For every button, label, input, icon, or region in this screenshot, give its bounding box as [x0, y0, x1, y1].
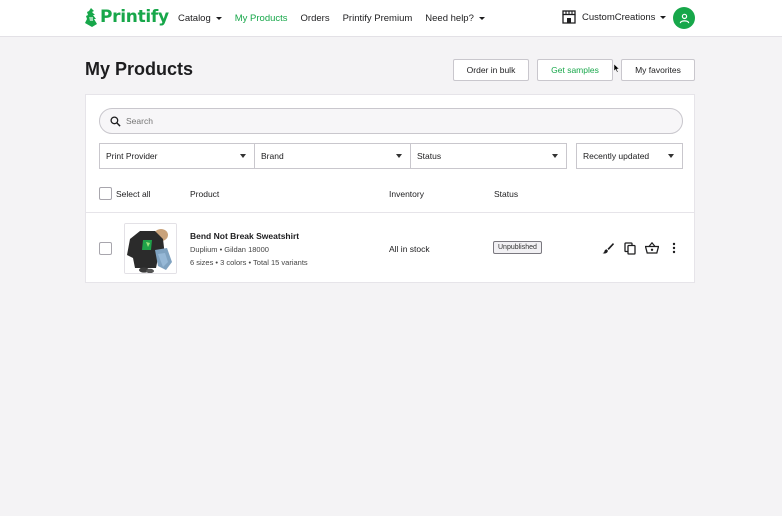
get-samples-button[interactable]: Get samples [537, 59, 613, 81]
nav-printify-premium-label: Printify Premium [342, 13, 413, 24]
search-input[interactable] [126, 116, 626, 126]
more-vertical-icon [672, 242, 676, 254]
status-filter-label: Status [417, 151, 442, 161]
nav-orders-label: Orders [300, 13, 330, 24]
print-provider-filter-label: Print Provider [106, 151, 158, 161]
my-favorites-button[interactable]: My favorites [621, 59, 695, 81]
product-thumbnail[interactable] [124, 223, 177, 274]
chevron-down-icon [215, 17, 222, 20]
print-provider-filter[interactable]: Print Provider [99, 143, 255, 169]
store-selector[interactable]: CustomCreations [562, 10, 667, 24]
brand-name: Printify [100, 7, 169, 27]
basket-icon [645, 242, 659, 254]
table-header: Select all Product Inventory Status [86, 179, 694, 213]
more-options-button[interactable] [667, 241, 681, 255]
main-nav: Catalog My Products Orders Printify Prem… [178, 0, 498, 37]
caret-down-icon [668, 154, 674, 158]
order-in-bulk-button[interactable]: Order in bulk [453, 59, 529, 81]
brand-filter[interactable]: Brand [254, 143, 411, 169]
nav-catalog[interactable]: Catalog [178, 13, 222, 24]
nav-need-help-label: Need help? [425, 13, 474, 24]
store-name: CustomCreations [582, 11, 656, 23]
chevron-down-icon [660, 15, 667, 19]
select-all-label[interactable]: Select all [116, 189, 151, 199]
inventory-status: All in stock [389, 244, 430, 254]
status-badge: Unpublished [493, 241, 542, 254]
printify-logo-icon [85, 7, 97, 27]
column-header-status: Status [494, 189, 519, 199]
top-navigation-bar: Printify Catalog My Products Orders Prin… [0, 0, 782, 37]
column-header-product: Product [190, 189, 220, 199]
sort-dropdown-label: Recently updated [583, 151, 650, 161]
duplicate-button[interactable] [623, 241, 637, 255]
nav-catalog-label: Catalog [178, 13, 211, 24]
chevron-down-icon [478, 17, 485, 20]
caret-down-icon [396, 154, 402, 158]
paintbrush-icon [602, 243, 614, 254]
sort-dropdown[interactable]: Recently updated [576, 143, 683, 169]
product-name[interactable]: Bend Not Break Sweatshirt [190, 231, 299, 241]
nav-printify-premium[interactable]: Printify Premium [343, 13, 413, 24]
sweatshirt-image [125, 224, 176, 273]
table-row[interactable]: Bend Not Break Sweatshirt Duplium • Gild… [86, 214, 694, 282]
user-icon [679, 13, 689, 23]
brand-filter-label: Brand [261, 151, 284, 161]
select-all-checkbox[interactable] [99, 187, 112, 200]
page-title: My Products [85, 59, 194, 79]
status-filter[interactable]: Status [410, 143, 567, 169]
nav-orders[interactable]: Orders [301, 13, 330, 24]
search-bar[interactable] [99, 108, 683, 134]
user-avatar-button[interactable] [673, 7, 695, 29]
column-header-inventory: Inventory [389, 189, 424, 199]
product-variants: 6 sizes • 3 colors • Total 15 variants [190, 258, 308, 267]
caret-down-icon [240, 154, 246, 158]
store-icon [562, 10, 576, 24]
order-button[interactable] [645, 241, 659, 255]
printify-logo[interactable]: Printify [85, 7, 169, 27]
mouse-pointer-icon [614, 64, 620, 73]
caret-down-icon [552, 154, 558, 158]
nav-need-help[interactable]: Need help? [425, 13, 485, 24]
copy-icon [624, 241, 636, 255]
products-card: Print Provider Brand Status Recently upd… [85, 94, 695, 283]
row-checkbox[interactable] [99, 242, 112, 255]
search-icon [110, 115, 121, 127]
product-provider: Duplium • Gildan 18000 [190, 245, 269, 254]
nav-my-products[interactable]: My Products [235, 13, 288, 24]
nav-my-products-label: My Products [234, 13, 288, 24]
edit-button[interactable] [601, 241, 615, 255]
